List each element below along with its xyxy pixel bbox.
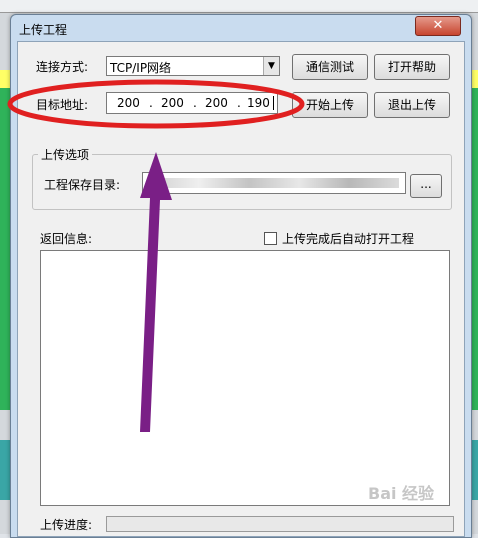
ip-separator: . bbox=[237, 96, 241, 110]
ip-separator: . bbox=[193, 96, 197, 110]
progress-label: 上传进度: bbox=[40, 518, 93, 532]
dialog-title: 上传工程 bbox=[19, 23, 68, 37]
ip-octet-2[interactable]: 200 bbox=[161, 96, 184, 110]
ip-octet-3[interactable]: 200 bbox=[205, 96, 228, 110]
open-help-button[interactable]: 打开帮助 bbox=[374, 54, 450, 80]
background-toolbar bbox=[0, 0, 478, 13]
test-communication-button[interactable]: 通信测试 bbox=[292, 54, 368, 80]
close-button[interactable]: ✕ bbox=[415, 16, 461, 36]
upload-project-dialog: 上传工程 ✕ 连接方式: TCP/IP网络 ▼ 通信测试 打开帮助 目标地址: … bbox=[10, 14, 472, 538]
target-address-label: 目标地址: bbox=[36, 98, 89, 112]
chevron-down-icon[interactable]: ▼ bbox=[263, 57, 279, 75]
blurred-path-text bbox=[149, 178, 399, 188]
save-directory-label: 工程保存目录: bbox=[44, 178, 121, 192]
connection-label: 连接方式: bbox=[36, 60, 89, 74]
close-icon: ✕ bbox=[432, 18, 444, 33]
target-ip-input[interactable]: 200 . 200 . 200 . 190 bbox=[106, 92, 278, 114]
dialog-body: 连接方式: TCP/IP网络 ▼ 通信测试 打开帮助 目标地址: 200 . 2… bbox=[17, 41, 465, 537]
auto-open-label[interactable]: 上传完成后自动打开工程 bbox=[282, 230, 414, 247]
auto-open-checkbox[interactable] bbox=[264, 232, 277, 245]
exit-upload-button[interactable]: 退出上传 bbox=[374, 92, 450, 118]
browse-button[interactable]: ... bbox=[410, 174, 442, 198]
feedback-label: 返回信息: bbox=[40, 232, 93, 246]
watermark: Bai 经验 bbox=[368, 484, 435, 503]
upload-progress-bar bbox=[106, 516, 454, 532]
title-bar[interactable]: 上传工程 ✕ bbox=[11, 15, 471, 41]
upload-options-title: 上传选项 bbox=[38, 146, 93, 163]
ip-separator: . bbox=[149, 96, 153, 110]
save-directory-input[interactable] bbox=[142, 172, 406, 194]
connection-selected-value: TCP/IP网络 bbox=[110, 61, 172, 75]
ip-octet-1[interactable]: 200 bbox=[117, 96, 140, 110]
text-caret bbox=[273, 96, 274, 110]
connection-select[interactable]: TCP/IP网络 ▼ bbox=[106, 56, 280, 76]
feedback-textarea[interactable] bbox=[40, 250, 450, 506]
ip-octet-4[interactable]: 190 bbox=[247, 96, 270, 110]
start-upload-button[interactable]: 开始上传 bbox=[292, 92, 368, 118]
